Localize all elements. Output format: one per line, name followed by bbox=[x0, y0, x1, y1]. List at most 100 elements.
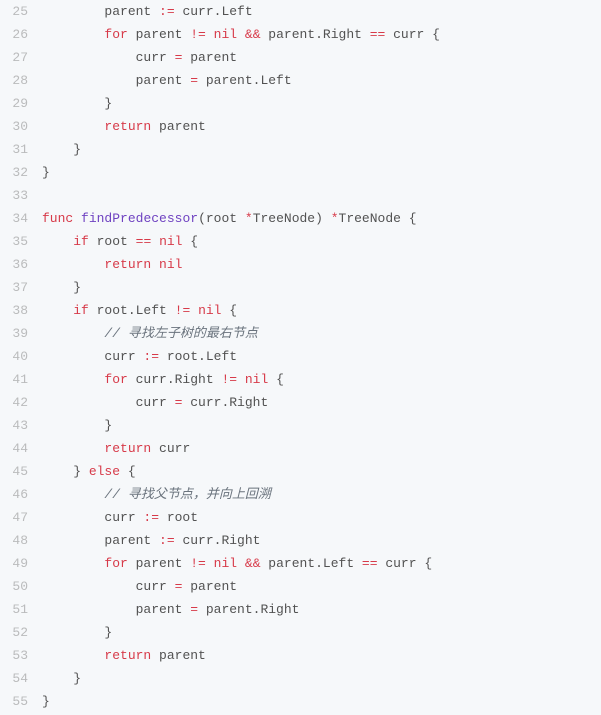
line-number: 41 bbox=[0, 368, 42, 391]
token-op: * bbox=[331, 211, 339, 226]
code-line: 43 } bbox=[0, 414, 601, 437]
token bbox=[42, 556, 104, 571]
token: curr { bbox=[385, 27, 440, 42]
code-content[interactable]: // 寻找左子树的最右节点 bbox=[42, 322, 601, 345]
code-content[interactable]: for parent != nil && parent.Right == cur… bbox=[42, 23, 601, 46]
token: parent bbox=[128, 27, 190, 42]
token bbox=[190, 303, 198, 318]
token: } bbox=[42, 165, 50, 180]
code-content[interactable]: return parent bbox=[42, 115, 601, 138]
code-content[interactable]: } bbox=[42, 690, 601, 713]
code-content[interactable]: return parent bbox=[42, 644, 601, 667]
token-op: == bbox=[362, 556, 378, 571]
line-number: 45 bbox=[0, 460, 42, 483]
token: parent bbox=[42, 4, 159, 19]
token-op: := bbox=[143, 510, 159, 525]
token: parent bbox=[42, 73, 190, 88]
token: parent.Left bbox=[198, 73, 292, 88]
code-content[interactable]: } bbox=[42, 161, 601, 184]
token: root.Left bbox=[159, 349, 237, 364]
code-line: 53 return parent bbox=[0, 644, 601, 667]
token-k: return bbox=[104, 119, 151, 134]
line-number: 29 bbox=[0, 92, 42, 115]
code-content[interactable]: curr = curr.Right bbox=[42, 391, 601, 414]
line-number: 37 bbox=[0, 276, 42, 299]
code-content[interactable]: parent := curr.Right bbox=[42, 529, 601, 552]
line-number: 38 bbox=[0, 299, 42, 322]
token: parent bbox=[42, 602, 190, 617]
code-content[interactable]: } bbox=[42, 276, 601, 299]
token-op: = bbox=[190, 602, 198, 617]
code-line: 27 curr = parent bbox=[0, 46, 601, 69]
code-content[interactable]: func findPredecessor(root *TreeNode) *Tr… bbox=[42, 207, 601, 230]
line-number: 39 bbox=[0, 322, 42, 345]
code-line: 49 for parent != nil && parent.Left == c… bbox=[0, 552, 601, 575]
code-content[interactable]: return curr bbox=[42, 437, 601, 460]
code-line: 54 } bbox=[0, 667, 601, 690]
code-content[interactable]: parent := curr.Left bbox=[42, 0, 601, 23]
token-k: nil bbox=[198, 303, 221, 318]
code-content[interactable]: } bbox=[42, 138, 601, 161]
code-content[interactable] bbox=[42, 184, 601, 207]
token-op: := bbox=[159, 4, 175, 19]
code-content[interactable]: curr = parent bbox=[42, 46, 601, 69]
code-content[interactable]: if root == nil { bbox=[42, 230, 601, 253]
line-number: 47 bbox=[0, 506, 42, 529]
token bbox=[42, 372, 104, 387]
code-line: 45 } else { bbox=[0, 460, 601, 483]
token: root bbox=[89, 234, 136, 249]
code-content[interactable]: return nil bbox=[42, 253, 601, 276]
token bbox=[73, 211, 81, 226]
token-k: return bbox=[104, 648, 151, 663]
token bbox=[42, 487, 104, 502]
token: parent bbox=[182, 579, 237, 594]
code-content[interactable]: if root.Left != nil { bbox=[42, 299, 601, 322]
code-line: 25 parent := curr.Left bbox=[0, 0, 601, 23]
code-line: 36 return nil bbox=[0, 253, 601, 276]
code-content[interactable]: } else { bbox=[42, 460, 601, 483]
code-content[interactable]: parent = parent.Right bbox=[42, 598, 601, 621]
token-op: != bbox=[190, 27, 206, 42]
line-number: 36 bbox=[0, 253, 42, 276]
code-content[interactable]: } bbox=[42, 621, 601, 644]
code-content[interactable]: // 寻找父节点，并向上回溯 bbox=[42, 483, 601, 506]
token: TreeNode) bbox=[253, 211, 331, 226]
token bbox=[42, 234, 73, 249]
code-line: 37 } bbox=[0, 276, 601, 299]
token-k: nil bbox=[214, 27, 237, 42]
token: } bbox=[42, 96, 112, 111]
token: } bbox=[42, 671, 81, 686]
token-op: == bbox=[370, 27, 386, 42]
token: parent bbox=[128, 556, 190, 571]
token-k: func bbox=[42, 211, 73, 226]
token bbox=[42, 648, 104, 663]
token-k: for bbox=[104, 372, 127, 387]
code-content[interactable]: } bbox=[42, 667, 601, 690]
token bbox=[151, 234, 159, 249]
token: { bbox=[120, 464, 136, 479]
code-content[interactable]: for parent != nil && parent.Left == curr… bbox=[42, 552, 601, 575]
token bbox=[42, 303, 73, 318]
line-number: 54 bbox=[0, 667, 42, 690]
token-k: nil bbox=[245, 372, 268, 387]
code-line: 50 curr = parent bbox=[0, 575, 601, 598]
line-number: 42 bbox=[0, 391, 42, 414]
code-line: 48 parent := curr.Right bbox=[0, 529, 601, 552]
code-content[interactable]: } bbox=[42, 414, 601, 437]
token-op: := bbox=[159, 533, 175, 548]
code-content[interactable]: curr := root bbox=[42, 506, 601, 529]
code-content[interactable]: curr = parent bbox=[42, 575, 601, 598]
code-content[interactable]: parent = parent.Left bbox=[42, 69, 601, 92]
code-content[interactable]: } bbox=[42, 92, 601, 115]
token: curr.Right bbox=[128, 372, 222, 387]
code-line: 52 } bbox=[0, 621, 601, 644]
token-k: return bbox=[104, 441, 151, 456]
line-number: 46 bbox=[0, 483, 42, 506]
line-number: 43 bbox=[0, 414, 42, 437]
token bbox=[237, 372, 245, 387]
code-content[interactable]: for curr.Right != nil { bbox=[42, 368, 601, 391]
token: TreeNode { bbox=[339, 211, 417, 226]
token-k: nil bbox=[214, 556, 237, 571]
code-content[interactable]: curr := root.Left bbox=[42, 345, 601, 368]
token-k: else bbox=[89, 464, 120, 479]
